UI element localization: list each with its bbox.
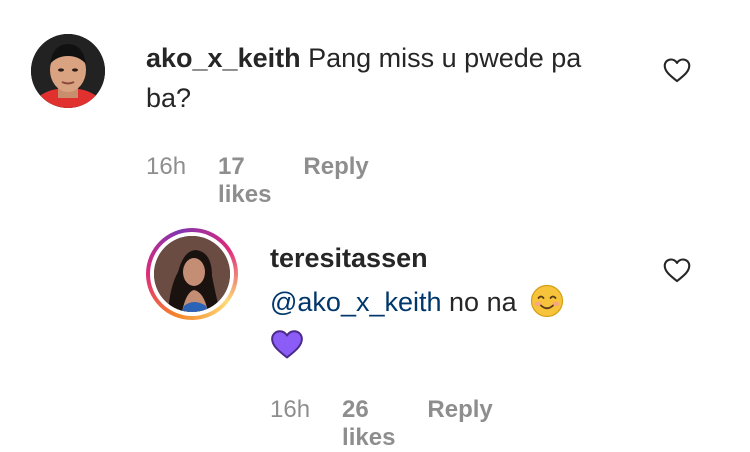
comment-meta: 16h 26 likes Reply <box>270 396 493 452</box>
comment-text: ako_x_keith Pang miss u pwede pa ba? <box>146 38 616 118</box>
reply-button[interactable]: Reply <box>303 153 368 209</box>
likes-count[interactable]: 17 likes <box>218 153 271 209</box>
reply-button[interactable]: Reply <box>427 396 492 452</box>
avatar-ring-inner <box>150 232 234 316</box>
smiling-face-emoji <box>530 284 564 318</box>
heart-outline-icon[interactable] <box>663 57 691 83</box>
heart-outline-icon[interactable] <box>663 257 691 283</box>
purple-heart-emoji <box>270 328 304 360</box>
comment-timestamp[interactable]: 16h <box>146 153 186 209</box>
comment-meta: 16h 17 likes Reply <box>146 153 369 209</box>
comment-body-line: @ako_x_keith no na <box>270 282 670 322</box>
story-ring[interactable] <box>146 228 238 320</box>
mention-link[interactable]: @ako_x_keith <box>270 287 442 317</box>
likes-count[interactable]: 26 likes <box>342 396 395 452</box>
comment-body: no na <box>449 287 517 317</box>
comment-timestamp[interactable]: 16h <box>270 396 310 452</box>
comment-text: teresitassen @ako_x_keith no na <box>270 238 670 360</box>
user-avatar-icon[interactable] <box>31 34 105 108</box>
user-avatar-icon[interactable] <box>154 236 230 312</box>
comment-username[interactable]: ako_x_keith <box>146 43 301 73</box>
comment-username[interactable]: teresitassen <box>270 238 670 278</box>
